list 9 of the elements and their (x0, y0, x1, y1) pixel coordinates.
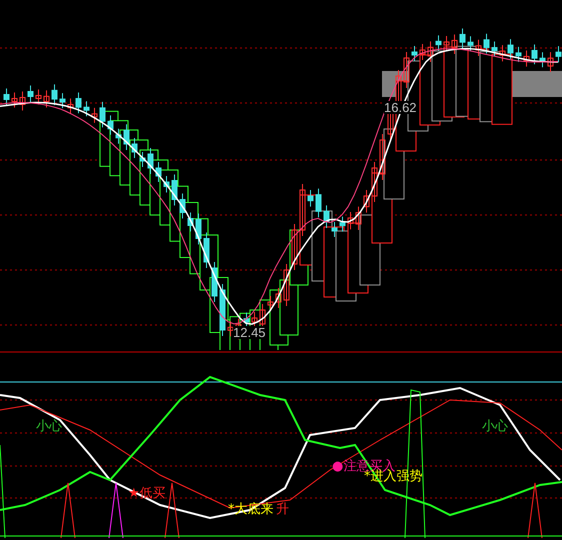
signal-spike (164, 482, 180, 538)
signal-label: 小心 (36, 420, 62, 433)
price-high-label: 16.62 (384, 101, 417, 114)
signal-label: 小心 (482, 420, 508, 433)
price-low-label: 12.45 (233, 326, 266, 339)
signal-spike (108, 482, 124, 538)
signal-label: 升 (276, 503, 289, 516)
signal-spike (528, 482, 542, 538)
signal-spike (60, 482, 76, 538)
